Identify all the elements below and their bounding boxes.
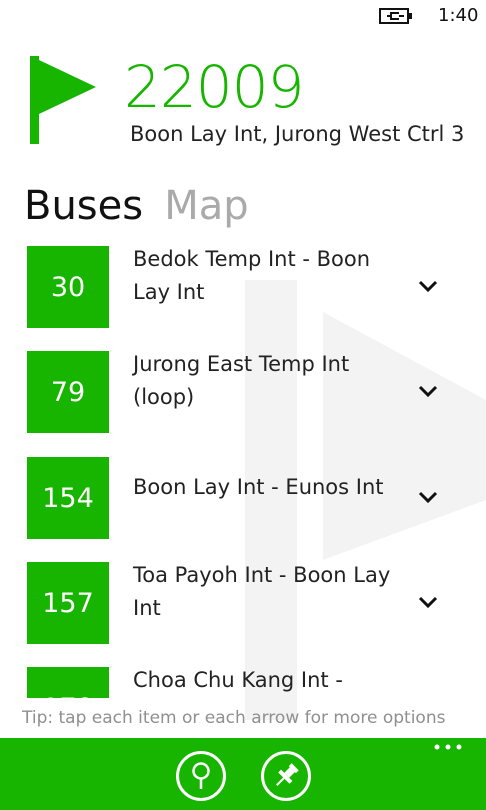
tab-map[interactable]: Map [164, 178, 248, 234]
bus-list[interactable]: 30 Bedok Temp Int - Boon Lay Int 79 Juro… [0, 246, 486, 698]
stop-name: Boon Lay Int, Jurong West Ctrl 3 [130, 122, 465, 146]
location-pin-icon [192, 762, 210, 789]
bus-row[interactable]: 154 Boon Lay Int - Eunos Int [0, 457, 486, 539]
bus-row[interactable]: 30 Bedok Temp Int - Boon Lay Int [0, 246, 486, 328]
chevron-down-icon[interactable] [417, 595, 439, 609]
tip-text: Tip: tap each item or each arrow for mor… [22, 708, 446, 728]
route-number-tile[interactable]: 79 [27, 351, 109, 433]
pin-to-start-button[interactable] [261, 751, 311, 801]
status-bar: 1:40 [0, 0, 486, 32]
route-number-tile[interactable]: 154 [27, 457, 109, 539]
battery-charging-icon [379, 8, 412, 24]
route-destination[interactable]: Choa Chu Kang Int - [133, 664, 393, 697]
route-number-tile[interactable]: 157 [27, 562, 109, 644]
route-destination[interactable]: Toa Payoh Int - Boon Lay Int [133, 559, 393, 625]
bus-row[interactable]: 79 Jurong East Temp Int (loop) [0, 351, 486, 433]
route-destination[interactable]: Bedok Temp Int - Boon Lay Int [133, 246, 393, 309]
pivot-header: Buses Map [24, 178, 265, 234]
route-destination[interactable]: Boon Lay Int - Eunos Int [133, 471, 393, 504]
route-number-tile[interactable]: 179 [27, 667, 109, 698]
ellipsis-icon[interactable] [432, 742, 464, 752]
route-number-tile[interactable]: 30 [27, 246, 109, 328]
route-destination[interactable]: Jurong East Temp Int (loop) [133, 348, 393, 414]
bus-row[interactable]: 179 Choa Chu Kang Int - [0, 667, 486, 698]
clock: 1:40 [438, 5, 479, 26]
chevron-down-icon[interactable] [417, 279, 439, 293]
chevron-down-icon[interactable] [417, 490, 439, 504]
app-bar [0, 738, 486, 810]
chevron-down-icon[interactable] [417, 384, 439, 398]
tab-buses[interactable]: Buses [24, 178, 143, 234]
pin-to-start-icon [276, 763, 299, 786]
location-button[interactable] [176, 751, 226, 801]
flag-icon [30, 56, 96, 144]
stop-code: 22009 [124, 53, 305, 121]
bus-row[interactable]: 157 Toa Payoh Int - Boon Lay Int [0, 562, 486, 644]
